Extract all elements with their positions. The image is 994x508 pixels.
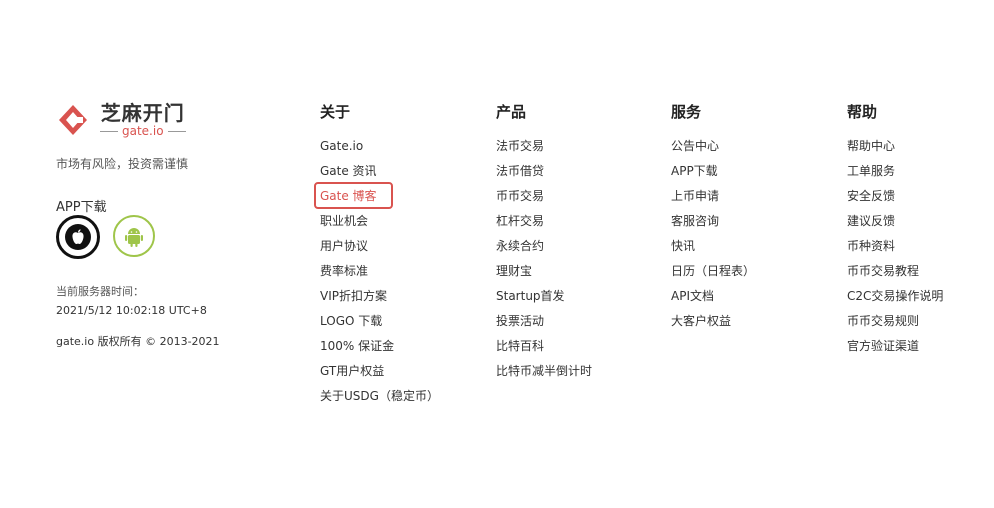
gate-logo[interactable]: 芝麻开门 gate.io: [56, 100, 256, 140]
link-reserve[interactable]: 100% 保证金: [320, 334, 439, 359]
apple-icon: [65, 224, 91, 250]
link-fee-standard[interactable]: 费率标准: [320, 259, 439, 284]
link-voting[interactable]: 投票活动: [496, 309, 592, 334]
link-help-center[interactable]: 帮助中心: [847, 134, 943, 159]
column-title-help: 帮助: [847, 103, 878, 121]
link-spot-tutorial[interactable]: 币币交易教程: [847, 259, 943, 284]
link-careers[interactable]: 职业机会: [320, 209, 439, 234]
logo-chinese-name: 芝麻开门: [100, 101, 185, 125]
link-user-agreement[interactable]: 用户协议: [320, 234, 439, 259]
link-app-download[interactable]: APP下载: [671, 159, 755, 184]
footer-column-products: 产品 法币交易 法币借贷 币币交易 杠杆交易 永续合约 理财宝 Startup首…: [496, 102, 592, 384]
link-spot-trade[interactable]: 币币交易: [496, 184, 592, 209]
link-announcements[interactable]: 公告中心: [671, 134, 755, 159]
footer-brand: 芝麻开门 gate.io 市场有风险，投资需谨慎 APP下载 当前服务器时间： …: [56, 100, 256, 348]
link-flash-news[interactable]: 快讯: [671, 234, 755, 259]
link-wealth[interactable]: 理财宝: [496, 259, 592, 284]
link-listing-application[interactable]: 上币申请: [671, 184, 755, 209]
link-security-feedback[interactable]: 安全反馈: [847, 184, 943, 209]
server-time-label: 当前服务器时间：: [56, 285, 144, 298]
link-gate-news[interactable]: Gate 资讯: [320, 159, 439, 184]
link-wiki[interactable]: 比特百科: [496, 334, 592, 359]
link-margin-trade[interactable]: 杠杆交易: [496, 209, 592, 234]
app-download-title: APP下载: [56, 200, 107, 215]
copyright-text: gate.io 版权所有 © 2013-2021: [56, 335, 220, 348]
link-vip-discount[interactable]: VIP折扣方案: [320, 284, 439, 309]
android-download-button[interactable]: [113, 215, 155, 257]
column-title-services: 服务: [671, 103, 702, 121]
link-customer-service[interactable]: 客服咨询: [671, 209, 755, 234]
column-title-about: 关于: [320, 103, 351, 121]
link-ticket-service[interactable]: 工单服务: [847, 159, 943, 184]
column-title-products: 产品: [496, 103, 527, 121]
link-coin-info[interactable]: 币种资料: [847, 234, 943, 259]
link-c2c-guide[interactable]: C2C交易操作说明: [847, 284, 943, 309]
link-suggestion-feedback[interactable]: 建议反馈: [847, 209, 943, 234]
link-startup[interactable]: Startup首发: [496, 284, 592, 309]
link-perpetual[interactable]: 永续合约: [496, 234, 592, 259]
link-official-verification[interactable]: 官方验证渠道: [847, 334, 943, 359]
footer-column-about: 关于 Gate.io Gate 资讯 Gate 博客 职业机会 用户协议 费率标…: [314, 102, 439, 409]
link-vip-rights[interactable]: 大客户权益: [671, 309, 755, 334]
app-download-icons: [56, 215, 168, 259]
link-halving-countdown[interactable]: 比特币减半倒计时: [496, 359, 592, 384]
link-gt-rights[interactable]: GT用户权益: [320, 359, 439, 384]
logo-subtitle: gate.io: [96, 124, 190, 138]
link-spot-rules[interactable]: 币币交易规则: [847, 309, 943, 334]
link-calendar[interactable]: 日历（日程表）: [671, 259, 755, 284]
gate-logo-icon: [59, 105, 87, 135]
link-usdg[interactable]: 关于USDG（稳定币）: [320, 384, 439, 409]
link-logo-download[interactable]: LOGO 下载: [320, 309, 439, 334]
server-time-value: 2021/5/12 10:02:18 UTC+8: [56, 304, 207, 317]
apple-download-button[interactable]: [56, 215, 100, 259]
link-gate-io[interactable]: Gate.io: [320, 134, 439, 159]
link-api-docs[interactable]: API文档: [671, 284, 755, 309]
risk-warning: 市场有风险，投资需谨慎: [56, 157, 189, 171]
link-fiat-loan[interactable]: 法币借贷: [496, 159, 592, 184]
link-fiat-trade[interactable]: 法币交易: [496, 134, 592, 159]
footer-column-services: 服务 公告中心 APP下载 上币申请 客服咨询 快讯 日历（日程表） API文档…: [671, 102, 755, 334]
footer-column-help: 帮助 帮助中心 工单服务 安全反馈 建议反馈 币种资料 币币交易教程 C2C交易…: [847, 102, 943, 359]
link-gate-blog[interactable]: Gate 博客: [314, 182, 439, 209]
android-icon: [125, 228, 143, 247]
